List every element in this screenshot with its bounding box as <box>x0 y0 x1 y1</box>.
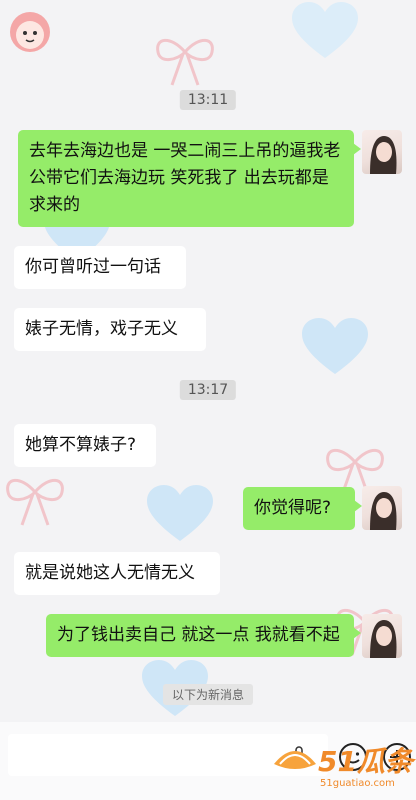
bow-decoration <box>6 478 64 526</box>
message-bubble-received[interactable]: 婊子无情，戏子无义 <box>14 308 206 351</box>
heart-decoration <box>302 318 368 374</box>
avatar[interactable] <box>362 130 402 174</box>
message-bubble-received[interactable]: 她算不算婊子? <box>14 424 156 467</box>
message-bubble-sent[interactable]: 你觉得呢? <box>243 487 362 530</box>
watermark-brand: 51瓜条 <box>318 745 413 778</box>
avatar-portrait-icon <box>370 136 397 174</box>
avatar[interactable] <box>362 486 402 530</box>
timestamp: 13:17 <box>179 380 237 400</box>
heart-decoration <box>147 485 213 541</box>
new-messages-divider: 以下为新消息 <box>162 684 254 705</box>
avatar-portrait-icon <box>370 492 397 530</box>
avatar[interactable] <box>362 614 402 658</box>
message-bubble-received[interactable]: 你可曾听过一句话 <box>14 246 186 289</box>
message-bubble-sent[interactable]: 去年去海边也是 一哭二闹三上吊的逼我老公带它们去海边玩 笑死我了 出去玩都是求来… <box>18 130 361 227</box>
watermark-domain: 51guatiao.com <box>320 778 395 789</box>
avatar-portrait-icon <box>370 620 397 658</box>
message-bubble-received[interactable]: 就是说她这人无情无义 <box>14 552 220 595</box>
message-bubble-sent[interactable]: 为了钱出卖自己 就这一点 我就看不起 <box>46 614 361 657</box>
heart-decoration <box>292 2 358 58</box>
watermark-logo-icon <box>274 751 316 769</box>
watermark: 51瓜条 51guatiao.com <box>270 728 416 800</box>
timestamp: 13:11 <box>179 90 237 110</box>
sticker-face-icon <box>10 12 50 52</box>
bow-decoration <box>156 38 214 86</box>
chat-wallpaper <box>0 0 416 800</box>
